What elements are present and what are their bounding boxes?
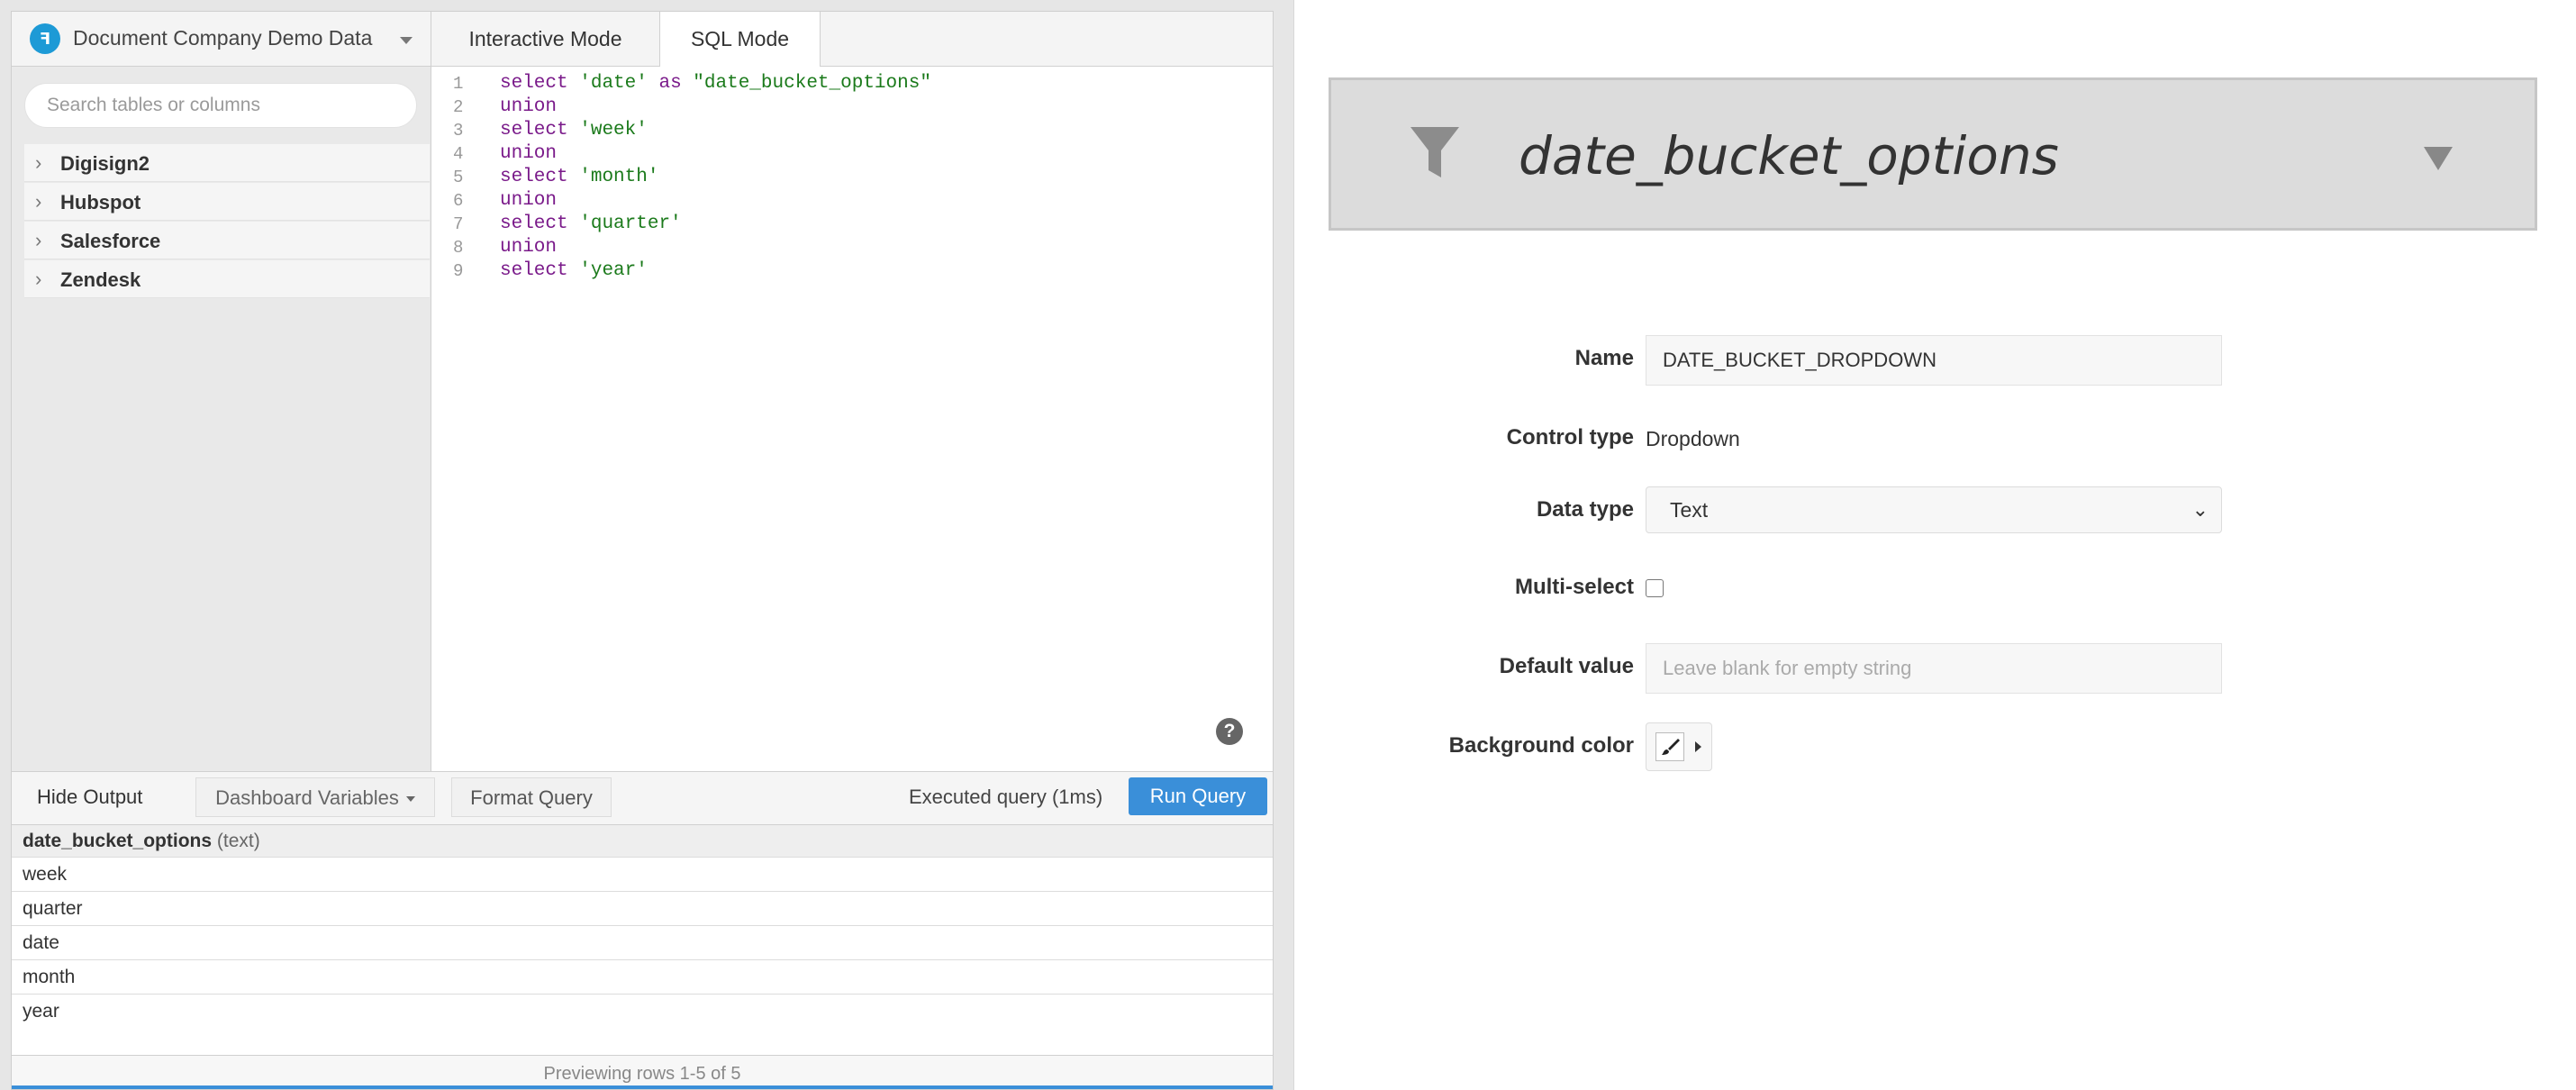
background-color-label: Background color bbox=[1448, 733, 1634, 758]
line-number: 1 bbox=[453, 74, 464, 94]
schema-item-label: Digisign2 bbox=[60, 152, 150, 175]
data-type-select[interactable]: Text ⌄ bbox=[1646, 486, 2222, 533]
sql-keyword: union bbox=[500, 143, 558, 164]
table-row: week bbox=[12, 858, 1273, 892]
output-toolbar: Hide Output Dashboard Variables Format Q… bbox=[12, 771, 1273, 825]
table-row: year bbox=[23, 1001, 59, 1022]
default-value-field[interactable] bbox=[1646, 643, 2222, 694]
data-type-value: Text bbox=[1670, 498, 1709, 522]
sql-keyword: union bbox=[500, 190, 558, 211]
name-label: Name bbox=[1574, 346, 1634, 370]
schema-item-label: Salesforce bbox=[60, 230, 161, 252]
schema-item-salesforce[interactable]: › Salesforce bbox=[24, 222, 430, 259]
code-line: 6 union bbox=[431, 189, 1269, 213]
schema-item-label: Zendesk bbox=[60, 268, 141, 291]
code-line: 1 select 'date' as "date_bucket_options" bbox=[431, 72, 1269, 95]
sql-keyword: select bbox=[500, 260, 568, 281]
dashboard-variables-label: Dashboard Variables bbox=[215, 786, 399, 809]
chevron-down-icon: ⌄ bbox=[2191, 498, 2209, 521]
sql-string: "date_bucket_options" bbox=[693, 73, 931, 94]
line-number: 5 bbox=[453, 168, 464, 187]
multiselect-checkbox[interactable] bbox=[1646, 579, 1664, 597]
results-column-header: date_bucket_options (text) bbox=[12, 825, 1273, 858]
sql-editor[interactable]: 1 select 'date' as "date_bucket_options"… bbox=[431, 67, 1273, 771]
data-type-label: Data type bbox=[1536, 497, 1634, 522]
chevron-right-icon: › bbox=[35, 190, 42, 213]
default-value-label: Default value bbox=[1499, 654, 1634, 678]
filter-funnel-icon bbox=[1410, 127, 1459, 177]
sql-keyword: select bbox=[500, 73, 568, 94]
query-editor-panel: ꟻ Document Company Demo Data Interactive… bbox=[11, 11, 1274, 1090]
format-query-button[interactable]: Format Query bbox=[451, 777, 612, 817]
schema-browser: › Digisign2 › Hubspot › Salesforce › Zen… bbox=[12, 67, 431, 771]
schema-item-label: Hubspot bbox=[60, 191, 141, 213]
chevron-right-icon: › bbox=[35, 229, 42, 251]
control-type-value: Dropdown bbox=[1646, 427, 1740, 450]
help-circle-icon[interactable]: ? bbox=[1216, 718, 1243, 745]
code-line: 7 select 'quarter' bbox=[431, 213, 1269, 236]
line-number: 6 bbox=[453, 191, 464, 211]
background-color-picker[interactable] bbox=[1646, 722, 1712, 771]
code-line: 2 union bbox=[431, 95, 1269, 119]
query-status: Executed query (1ms) bbox=[909, 786, 1103, 808]
datasource-logo-icon: ꟻ bbox=[30, 23, 60, 54]
line-number: 8 bbox=[453, 238, 464, 258]
sql-string: 'week' bbox=[579, 120, 648, 141]
chevron-right-icon: › bbox=[35, 151, 42, 174]
table-row: month bbox=[12, 960, 1273, 995]
sql-keyword: union bbox=[500, 237, 558, 258]
code-line: 4 union bbox=[431, 142, 1269, 166]
filter-preview: date_bucket_options bbox=[1329, 77, 2537, 231]
line-number: 7 bbox=[453, 214, 464, 234]
schema-search-input[interactable] bbox=[24, 83, 417, 128]
code-line: 8 union bbox=[431, 236, 1269, 259]
caret-right-icon bbox=[1695, 741, 1701, 752]
datasource-name: Document Company Demo Data bbox=[73, 26, 373, 50]
caret-down-icon bbox=[405, 796, 415, 803]
code-line: 3 select 'week' bbox=[431, 119, 1269, 142]
line-number: 2 bbox=[453, 97, 464, 117]
sql-keyword: select bbox=[500, 120, 568, 141]
datasource-selector[interactable]: ꟻ Document Company Demo Data bbox=[12, 12, 431, 66]
table-row: quarter bbox=[12, 892, 1273, 926]
filter-title: date_bucket_options bbox=[1519, 125, 2059, 186]
code-line: 9 select 'year' bbox=[431, 259, 1269, 283]
line-number: 9 bbox=[453, 261, 464, 281]
control-type-label: Control type bbox=[1506, 425, 1634, 450]
results-column-type: (text) bbox=[216, 831, 260, 851]
results-column-name: date_bucket_options bbox=[23, 831, 213, 851]
color-swatch bbox=[1655, 732, 1684, 761]
chevron-down-icon bbox=[400, 37, 413, 44]
sql-keyword: select bbox=[500, 213, 568, 234]
line-number: 3 bbox=[453, 121, 464, 141]
name-field[interactable] bbox=[1646, 335, 2222, 386]
paintbrush-icon bbox=[1662, 739, 1680, 755]
filter-settings-panel: date_bucket_options Name Control type Dr… bbox=[1293, 0, 2576, 1090]
run-query-button[interactable]: Run Query bbox=[1129, 777, 1267, 815]
sql-keyword: union bbox=[500, 96, 558, 117]
editor-top-bar: ꟻ Document Company Demo Data Interactive… bbox=[12, 12, 1273, 67]
accent-bar bbox=[12, 1085, 1273, 1089]
sql-string: 'year' bbox=[579, 260, 648, 281]
tab-sql-mode[interactable]: SQL Mode bbox=[660, 12, 821, 67]
line-number: 4 bbox=[453, 144, 464, 164]
sql-string: 'quarter' bbox=[579, 213, 682, 234]
sql-string: 'date' bbox=[579, 73, 648, 94]
chevron-right-icon: › bbox=[35, 268, 42, 290]
schema-item-digisign2[interactable]: › Digisign2 bbox=[24, 144, 430, 182]
tab-interactive-mode[interactable]: Interactive Mode bbox=[431, 12, 660, 67]
sql-keyword: select bbox=[500, 167, 568, 187]
multiselect-label: Multi-select bbox=[1514, 575, 1634, 599]
table-row: date bbox=[12, 926, 1273, 960]
sql-string: 'month' bbox=[579, 167, 659, 187]
caret-down-icon[interactable] bbox=[2424, 147, 2453, 170]
schema-item-zendesk[interactable]: › Zendesk bbox=[24, 260, 430, 298]
hide-output-button[interactable]: Hide Output bbox=[37, 777, 142, 817]
dashboard-variables-button[interactable]: Dashboard Variables bbox=[195, 777, 435, 817]
schema-item-hubspot[interactable]: › Hubspot bbox=[24, 183, 430, 221]
sql-keyword: as bbox=[658, 73, 682, 94]
code-line: 5 select 'month' bbox=[431, 166, 1269, 189]
